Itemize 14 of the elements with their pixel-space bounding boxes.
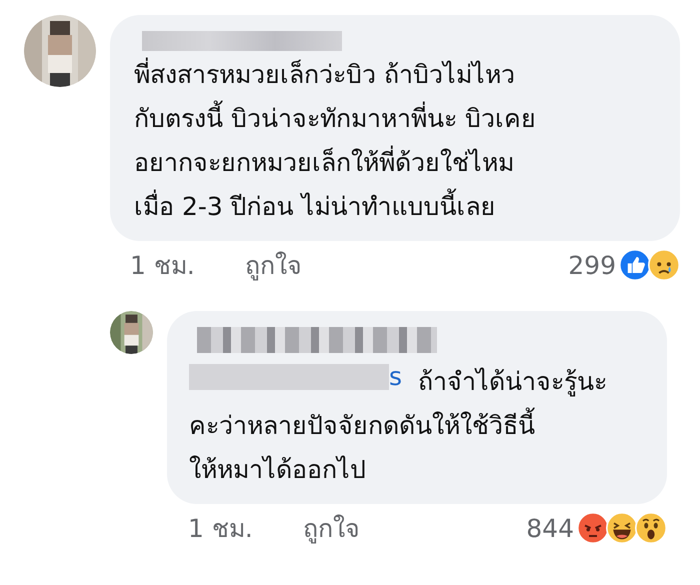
reaction-count[interactable]: 844 xyxy=(526,514,574,542)
comment-text: s ถ้าจำได้น่าจะรู้นะ คะว่าหลายปัจจัยกดดันให้ใช้วิธีนี้ ให้หมาได้ออกไป xyxy=(189,355,647,492)
timestamp: 1 ชม. xyxy=(130,250,195,282)
angry-face-icon xyxy=(577,512,609,544)
like-link[interactable]: ถูกใจ xyxy=(244,245,302,285)
surprised-face-icon xyxy=(635,512,667,544)
reaction-count[interactable]: 299 xyxy=(568,250,616,280)
crying-face-icon xyxy=(648,249,680,281)
like-link[interactable]: ถูกใจ xyxy=(302,508,360,548)
laughing-face-icon xyxy=(606,512,638,544)
thumbs-up-icon xyxy=(619,249,651,281)
timestamp: 1 ชม. xyxy=(188,513,253,545)
comment-text: พี่สงสารหมวยเล็กว่ะบิว ถ้าบิวไม่ไหว กับตรงนี้ บิวน่าจะทักมาหาพี่นะ บิวเคย อยากจะยกหมวยเล็กให้พี่ด้วยใช่ไหม เมื่อ 2-3 ปีก่อน ไม่น่าทำแบบนี้เลย xyxy=(134,53,660,229)
mention-link[interactable]: s xyxy=(389,355,402,399)
